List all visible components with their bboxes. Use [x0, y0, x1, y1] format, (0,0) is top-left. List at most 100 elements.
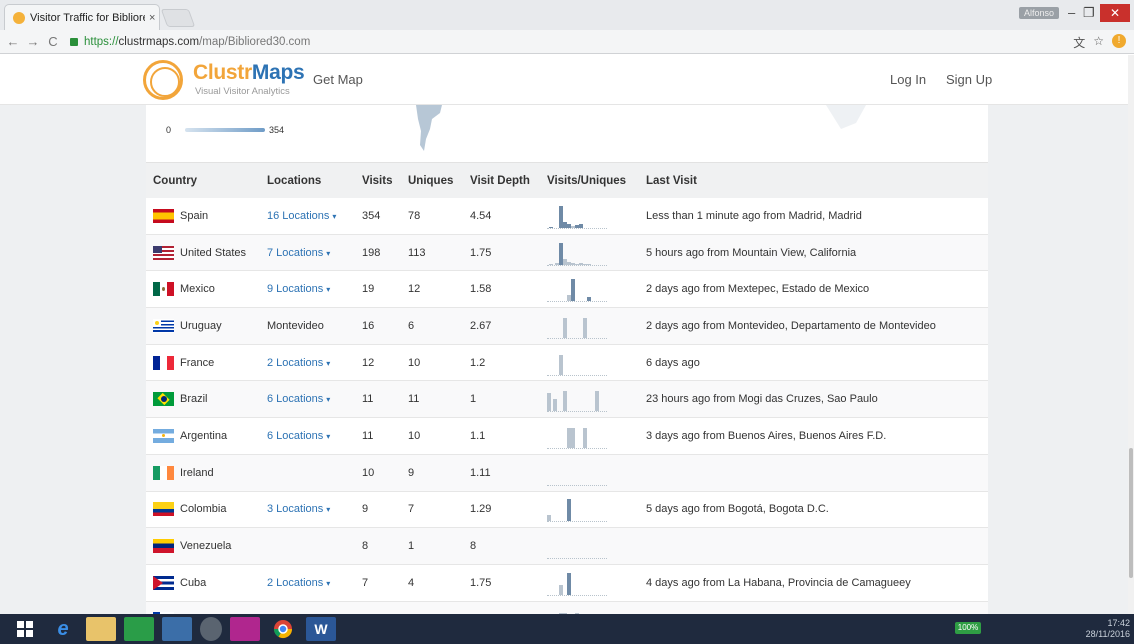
spark-bar — [583, 317, 587, 338]
address-bar: ← → C https:// clustrmaps.com /map/Bibli… — [0, 30, 1134, 54]
tray-time: 17:42 — [1107, 618, 1130, 628]
log-in-link[interactable]: Log In — [890, 72, 926, 87]
url-field[interactable]: https:// clustrmaps.com /map/Bibliored30… — [70, 36, 310, 48]
spark-bar — [571, 427, 575, 448]
country-name: United States — [180, 246, 247, 259]
sparkline — [547, 496, 607, 523]
scrollbar-thumb[interactable] — [1129, 448, 1133, 578]
chrome-icon[interactable] — [268, 617, 298, 641]
internet-explorer-icon[interactable]: e — [48, 617, 78, 641]
spark-bar — [595, 391, 599, 412]
header-visits-uniques[interactable]: Visits/Uniques — [547, 175, 646, 187]
header-locations[interactable]: Locations — [267, 175, 362, 187]
cell-visit-depth: 1.1 — [470, 429, 486, 442]
windows-start-icon[interactable] — [10, 617, 40, 641]
table-row: Ireland 10 9 1.11 — [146, 454, 988, 492]
header-country[interactable]: Country — [146, 175, 267, 187]
spark-bar — [547, 393, 551, 412]
country-name: Cuba — [180, 576, 207, 589]
cell-locations[interactable]: 9 Locations ▾ — [267, 283, 362, 295]
chevron-down-icon[interactable]: ▾ — [326, 359, 330, 368]
table-row: Brazil 6 Locations ▾ 11 11 1 23 hours ago from… — [146, 381, 988, 419]
spark-bar — [547, 515, 551, 522]
brand-name[interactable]: ClustrMaps — [193, 61, 305, 85]
header-uniques[interactable]: Uniques — [408, 175, 470, 187]
table-row: Mexico 9 Locations ▾ 19 12 1.58 2 days ago fro… — [146, 271, 988, 309]
chevron-down-icon[interactable]: ▾ — [326, 395, 330, 404]
new-tab-button[interactable] — [160, 9, 196, 27]
warning-icon[interactable]: ! — [1112, 34, 1126, 48]
get-map-link[interactable]: Get Map — [313, 72, 363, 87]
back-arrow-icon[interactable]: ← — [6, 34, 20, 49]
cell-locations[interactable]: 2 Locations ▾ — [267, 357, 362, 369]
spark-bar — [571, 279, 575, 302]
locations-value[interactable]: 9 Locations — [267, 283, 323, 295]
spark-bar — [553, 399, 557, 412]
sign-up-link[interactable]: Sign Up — [946, 72, 992, 87]
cell-locations[interactable]: 3 Locations ▾ — [267, 503, 362, 515]
chevron-down-icon[interactable]: ▾ — [326, 432, 330, 441]
cell-locations[interactable]: 16 Locations ▾ — [267, 210, 362, 222]
page-scrollbar[interactable] — [1128, 55, 1134, 614]
word-icon[interactable]: W — [306, 617, 336, 641]
browser-tab[interactable]: Visitor Traffic for Bibliore × — [4, 4, 160, 30]
spark-bar — [559, 354, 563, 375]
media-icon[interactable] — [200, 617, 222, 641]
locations-value[interactable]: 6 Locations — [267, 393, 323, 405]
header-visit-depth[interactable]: Visit Depth — [470, 175, 547, 187]
chevron-down-icon[interactable]: ▾ — [326, 285, 330, 294]
reload-icon[interactable]: C — [46, 34, 60, 49]
cuba-flag-icon — [153, 575, 174, 590]
locations-value[interactable]: 2 Locations — [267, 357, 323, 369]
tab-close-icon[interactable]: × — [149, 12, 155, 24]
cell-visits-uniques-sparkline — [547, 203, 646, 229]
cell-country: Brazil — [146, 392, 267, 407]
file-explorer-icon[interactable] — [86, 617, 116, 641]
us-flag-icon — [153, 245, 174, 260]
cell-locations[interactable]: 6 Locations ▾ — [267, 430, 362, 442]
translate-icon[interactable]: 文 — [1073, 34, 1085, 51]
header-last-visit[interactable]: Last Visit — [646, 175, 988, 187]
sparkline — [547, 423, 607, 449]
url-host: clustrmaps.com — [118, 35, 200, 48]
chevron-down-icon[interactable]: ▾ — [326, 505, 330, 514]
table-row: Uruguay Montevideo 16 6 2.67 2 days ago from … — [146, 308, 988, 345]
cell-last-visit: 3 days ago from Buenos Aires, Buenos Air… — [646, 429, 887, 442]
cell-visits-uniques-sparkline — [547, 423, 646, 449]
chevron-down-icon[interactable]: ▾ — [326, 579, 330, 588]
window-close-icon[interactable]: ✕ — [1100, 4, 1130, 22]
camera-app-icon[interactable] — [230, 617, 260, 641]
cell-locations[interactable]: 7 Locations ▾ — [267, 247, 362, 259]
minimize-icon[interactable]: – — [1068, 6, 1075, 22]
cell-locations[interactable]: 2 Locations ▾ — [267, 577, 362, 589]
sparkline — [547, 313, 607, 339]
system-tray-clock[interactable]: 17:42 28/11/2016 — [1086, 618, 1130, 640]
cell-visits: 9 — [362, 503, 369, 516]
forward-arrow-icon[interactable]: → — [26, 34, 40, 49]
site-header: ClustrMaps Visual Visitor Analytics Get … — [0, 55, 1128, 105]
chevron-down-icon[interactable]: ▾ — [326, 249, 330, 258]
cell-visits: 8 — [362, 540, 369, 553]
clustrmaps-globe-logo-icon[interactable] — [143, 60, 183, 100]
chevron-down-icon[interactable]: ▾ — [332, 212, 336, 221]
cell-locations[interactable]: 6 Locations ▾ — [267, 393, 362, 405]
maximize-icon[interactable]: ❐ — [1083, 6, 1095, 22]
cell-country: Argentina — [146, 428, 267, 443]
battery-icon[interactable]: 100% — [955, 622, 981, 634]
remote-desktop-icon[interactable] — [162, 617, 192, 641]
sparkline — [547, 240, 607, 266]
bookmark-star-icon[interactable]: ☆ — [1093, 34, 1104, 51]
legend-gradient — [185, 128, 266, 132]
locations-value[interactable]: 16 Locations — [267, 210, 329, 222]
locations-value[interactable]: 2 Locations — [267, 577, 323, 589]
locations-value[interactable]: 3 Locations — [267, 503, 323, 515]
locations-value[interactable]: 6 Locations — [267, 430, 323, 442]
country-stats-table: Country Locations Visits Uniques Visit D… — [146, 162, 988, 614]
cell-uniques: 11 — [408, 393, 420, 406]
locations-value[interactable]: 7 Locations — [267, 247, 323, 259]
store-icon[interactable] — [124, 617, 154, 641]
window-user-badge[interactable]: Alfonso — [1019, 7, 1059, 19]
country-name: Colombia — [180, 503, 227, 516]
header-visits[interactable]: Visits — [362, 175, 408, 187]
spark-bar — [563, 317, 567, 338]
